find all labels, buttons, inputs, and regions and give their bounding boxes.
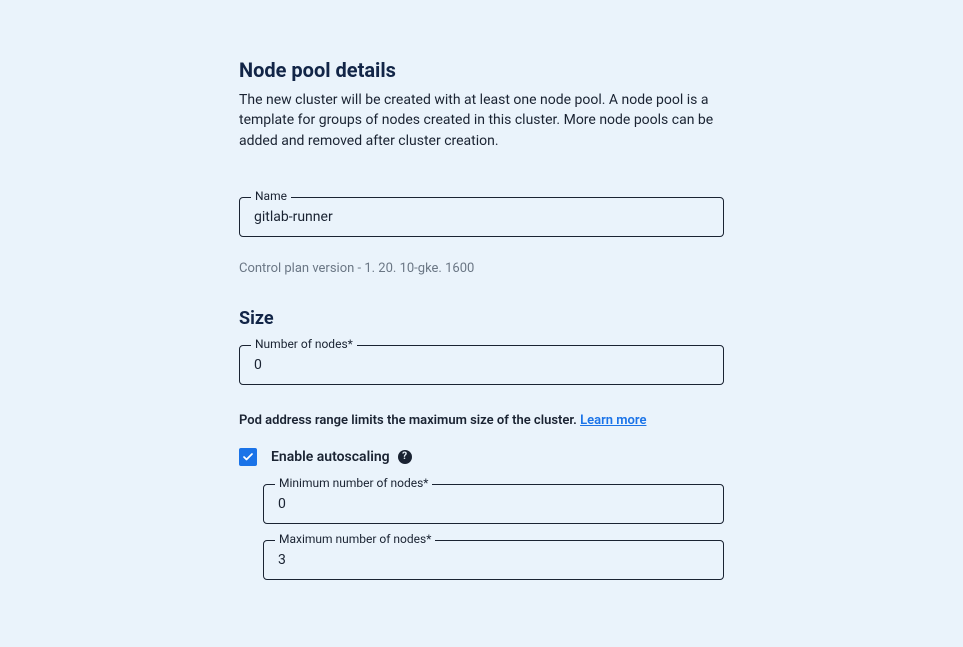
min-nodes-input[interactable] [263, 484, 724, 524]
pod-address-info: Pod address range limits the maximum siz… [239, 413, 725, 428]
size-section-title: Size [239, 308, 725, 329]
name-field-label: Name [251, 189, 291, 203]
enable-autoscaling-checkbox[interactable] [239, 448, 257, 466]
page-description: The new cluster will be created with at … [239, 90, 719, 151]
page-title: Node pool details [239, 58, 725, 82]
learn-more-link[interactable]: Learn more [580, 413, 646, 428]
name-input[interactable] [239, 197, 724, 237]
number-of-nodes-label: Number of nodes* [251, 337, 357, 351]
help-icon[interactable]: ? [398, 450, 412, 464]
number-of-nodes-wrapper: Number of nodes* [239, 345, 725, 385]
control-plane-version: Control plan version - 1. 20. 10-gke. 16… [239, 261, 725, 276]
max-nodes-wrapper: Maximum number of nodes* [263, 540, 725, 580]
number-of-nodes-input[interactable] [239, 345, 724, 385]
max-nodes-label: Maximum number of nodes* [275, 532, 435, 546]
min-nodes-wrapper: Minimum number of nodes* [263, 484, 725, 524]
name-field-wrapper: Name [239, 197, 725, 237]
autoscaling-checkbox-row: Enable autoscaling ? [239, 448, 725, 466]
autoscaling-checkbox-label: Enable autoscaling [271, 449, 390, 465]
max-nodes-input[interactable] [263, 540, 724, 580]
pod-address-text: Pod address range limits the maximum siz… [239, 413, 580, 428]
min-nodes-label: Minimum number of nodes* [275, 476, 432, 490]
checkmark-icon [242, 451, 254, 463]
